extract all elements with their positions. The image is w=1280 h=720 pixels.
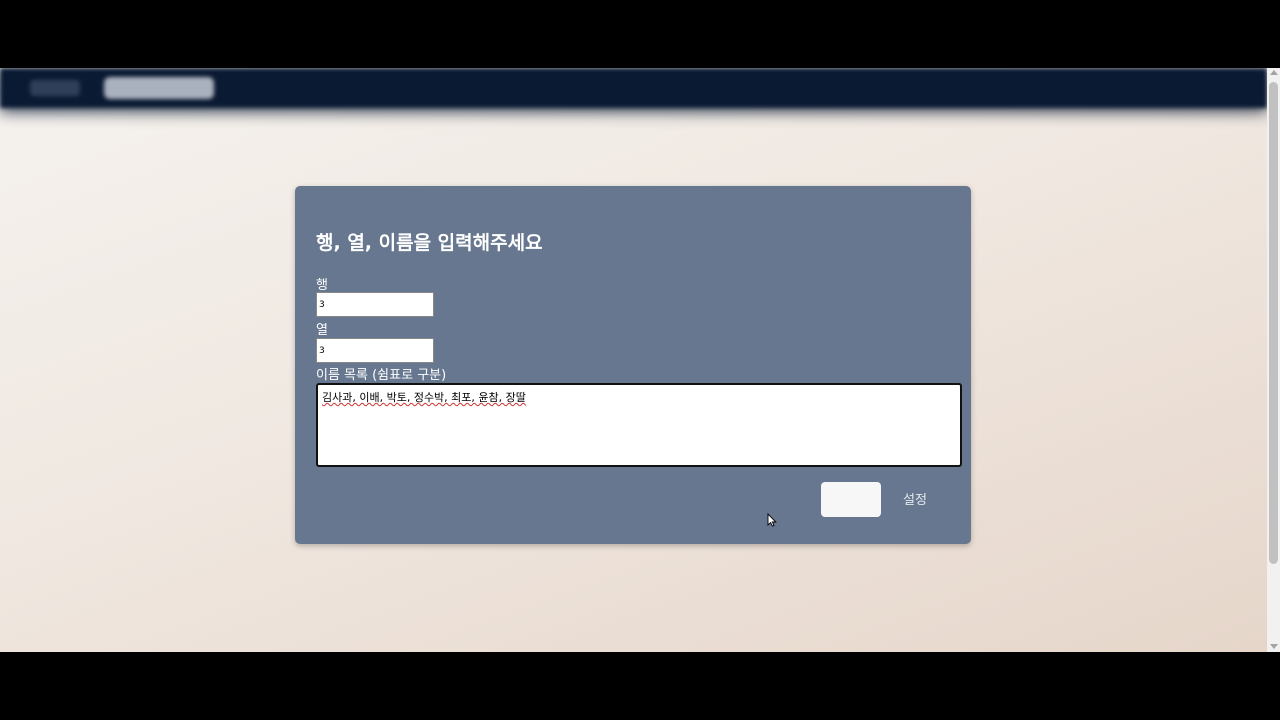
seat-setup-dialog: 행, 열, 이름을 입력해주세요 행 열 이름 목록 (쉼표로 구분) 김사과,… bbox=[295, 186, 971, 544]
names-textarea[interactable]: 김사과, 이배, 박토, 정수박, 최포, 윤참, 장딸 bbox=[316, 383, 962, 467]
cols-label: 열 bbox=[316, 323, 328, 338]
mouse-pointer-icon bbox=[767, 513, 777, 527]
names-label: 이름 목록 (쉼표로 구분) bbox=[316, 368, 447, 383]
rows-label: 행 bbox=[316, 278, 328, 293]
letterbox-top bbox=[0, 0, 1280, 68]
navbar bbox=[0, 68, 1267, 108]
scroll-down-arrow-icon[interactable] bbox=[1270, 644, 1278, 649]
letterbox-bottom bbox=[0, 652, 1280, 720]
scroll-thumb[interactable] bbox=[1269, 82, 1278, 564]
dialog-title: 행, 열, 이름을 입력해주세요 bbox=[316, 232, 543, 254]
nav-item-active[interactable] bbox=[104, 77, 214, 99]
vertical-scrollbar[interactable] bbox=[1267, 68, 1280, 652]
browser-viewport: 행, 열, 이름을 입력해주세요 행 열 이름 목록 (쉼표로 구분) 김사과,… bbox=[0, 68, 1267, 652]
cols-input[interactable] bbox=[316, 338, 434, 363]
settings-button[interactable]: 설정 bbox=[903, 489, 927, 508]
scroll-up-arrow-icon[interactable] bbox=[1270, 70, 1278, 75]
nav-item-home[interactable] bbox=[30, 80, 80, 96]
rows-input[interactable] bbox=[316, 292, 434, 317]
confirm-button[interactable] bbox=[821, 482, 881, 517]
